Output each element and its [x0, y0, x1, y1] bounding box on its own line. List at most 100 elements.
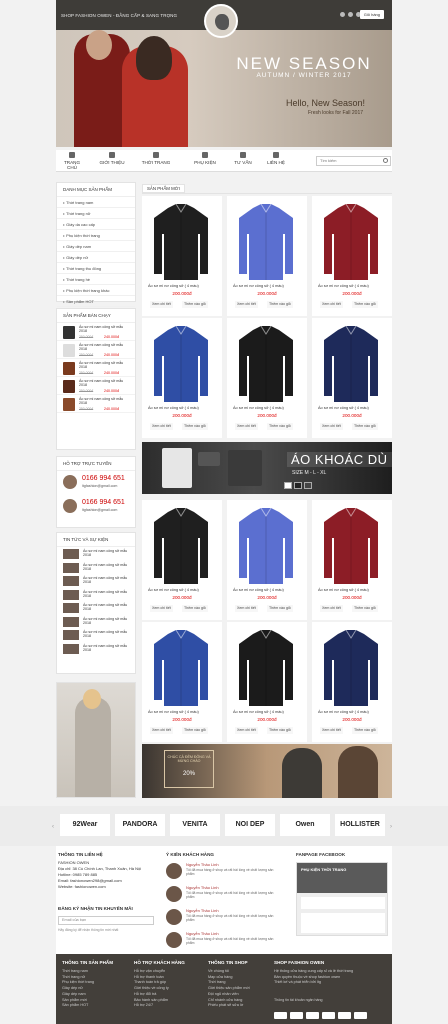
news-headline[interactable]: Áo sơ mi nam công sở mẫu 2018	[83, 617, 135, 625]
search-icon[interactable]	[383, 158, 388, 163]
news-thumbnail[interactable]	[63, 549, 79, 559]
news-item[interactable]: Áo sơ mi nam công sở mẫu 2018	[57, 547, 135, 561]
support-item[interactable]: 0166 994 651 ltgfashion@gmail.com	[57, 471, 135, 495]
product-thumbnail[interactable]	[63, 380, 75, 393]
nav-home[interactable]: TRANG CHỦ	[60, 150, 84, 170]
newsletter-email-input[interactable]: Email của bạn	[58, 916, 154, 925]
nav-contact[interactable]: LIÊN HỆ	[264, 150, 288, 165]
bestseller-name[interactable]: Áo sơ mi nam công sở mẫu 2018	[79, 379, 129, 387]
add-to-cart-button[interactable]: Thêm vào giỏ	[182, 301, 208, 308]
view-detail-button[interactable]: Xem chi tiết	[320, 301, 343, 308]
bestseller-name[interactable]: Áo sơ mi nam công sở mẫu 2018	[79, 361, 129, 369]
view-detail-button[interactable]: Xem chi tiết	[235, 423, 258, 430]
product-card[interactable]: Áo sơ mi nơ công sở ( 4 màu) 200.000đ Xem …	[142, 196, 222, 316]
add-to-cart-button[interactable]: Thêm vào giỏ	[267, 605, 293, 612]
jacket-promo-banner[interactable]: ÁO KHOÁC DÙ SIZE M - L - XL	[142, 442, 392, 494]
news-headline[interactable]: Áo sơ mi nam công sở mẫu 2018	[83, 630, 135, 638]
view-detail-button[interactable]: Xem chi tiết	[320, 727, 343, 734]
product-card[interactable]: Áo sơ mi nơ công sở ( 4 màu) 200.000đ Xem …	[227, 500, 307, 620]
news-thumbnail[interactable]	[63, 616, 79, 627]
add-to-cart-button[interactable]: Thêm vào giỏ	[352, 605, 378, 612]
add-to-cart-button[interactable]: Thêm vào giỏ	[182, 605, 208, 612]
product-thumbnail[interactable]	[63, 326, 75, 339]
product-name[interactable]: Áo sơ mi nơ công sở ( 4 màu)	[318, 710, 369, 714]
brand-logo[interactable]: PANDORA	[115, 814, 165, 836]
view-detail-button[interactable]: Xem chi tiết	[320, 605, 343, 612]
brand-logo[interactable]: VENITA	[170, 814, 220, 836]
prev-arrow-icon[interactable]: ‹	[52, 824, 54, 830]
add-to-cart-button[interactable]: Thêm vào giỏ	[267, 423, 293, 430]
next-arrow-icon[interactable]: ›	[390, 824, 392, 830]
shop-logo[interactable]	[204, 4, 238, 38]
news-item[interactable]: Áo sơ mi nam công sở mẫu 2018	[57, 561, 135, 575]
product-image[interactable]	[152, 630, 210, 706]
product-name[interactable]: Áo sơ mi nơ công sở ( 4 màu)	[318, 588, 369, 592]
product-card[interactable]: Áo sơ mi nơ công sở ( 4 màu) 200.000đ Xem …	[227, 196, 307, 316]
news-item[interactable]: Áo sơ mi nam công sở mẫu 2018	[57, 615, 135, 629]
category-item[interactable]: Thời trang thu đông	[57, 263, 135, 274]
hero-banner[interactable]: NEW SEASON AUTUMN / WINTER 2017 Hello, N…	[56, 30, 392, 147]
bestseller-name[interactable]: Áo sơ mi nam công sở mẫu 2018	[79, 325, 129, 333]
category-item[interactable]: Giày dép nam	[57, 241, 135, 252]
product-name[interactable]: Áo sơ mi nơ công sở ( 4 màu)	[233, 588, 284, 592]
product-card[interactable]: Áo sơ mi nơ công sở ( 4 màu) 200.000đ Xem …	[312, 196, 392, 316]
category-item[interactable]: Phụ kiện thời trang khác	[57, 285, 135, 296]
news-thumbnail[interactable]	[63, 630, 79, 640]
winter-promo-banner[interactable]: CHÚC CẢ ĐÊM ĐÔNG VÀ MỪNG CHÀO 20%	[142, 744, 392, 798]
footer-link[interactable]: Thiết kế và phát triển bởi ltg	[274, 980, 384, 986]
news-thumbnail[interactable]	[63, 643, 79, 654]
add-to-cart-button[interactable]: Thêm vào giỏ	[182, 727, 208, 734]
product-card[interactable]: Áo sơ mi nơ công sở ( 4 màu) 200.000đ Xem …	[312, 318, 392, 438]
add-to-cart-button[interactable]: Thêm vào giỏ	[352, 727, 378, 734]
nav-accessories[interactable]: PHỤ KIỆN	[190, 150, 220, 165]
facebook-fanpage-widget[interactable]: PHỤ KIỆN THỜI TRANG	[296, 862, 388, 936]
news-headline[interactable]: Áo sơ mi nam công sở mẫu 2018	[83, 590, 135, 598]
view-detail-button[interactable]: Xem chi tiết	[235, 605, 258, 612]
news-item[interactable]: Áo sơ mi nam công sở mẫu 2018	[57, 601, 135, 615]
add-to-cart-button[interactable]: Thêm vào giỏ	[352, 423, 378, 430]
pinterest-icon[interactable]	[340, 12, 345, 17]
dribbble-icon[interactable]	[348, 12, 353, 17]
news-thumbnail[interactable]	[63, 589, 79, 600]
add-to-cart-button[interactable]: Thêm vào giỏ	[352, 301, 378, 308]
product-image[interactable]	[237, 204, 295, 280]
support-phone[interactable]: 0166 994 651	[82, 475, 125, 482]
product-name[interactable]: Áo sơ mi nơ công sở ( 4 màu)	[148, 284, 199, 288]
add-to-cart-button[interactable]: Thêm vào giỏ	[267, 301, 293, 308]
news-thumbnail[interactable]	[63, 562, 79, 573]
product-thumbnail[interactable]	[63, 398, 75, 411]
product-image[interactable]	[322, 630, 380, 706]
support-item[interactable]: 0166 994 651 ltgfashion@gmail.com	[57, 495, 135, 519]
product-card[interactable]: Áo sơ mi nơ công sở ( 4 màu) 200.000đ Xem …	[142, 500, 222, 620]
product-name[interactable]: Áo sơ mi nơ công sở ( 4 màu)	[148, 588, 199, 592]
footer-link[interactable]: Hỗ trợ 24/7	[134, 1003, 185, 1009]
news-item[interactable]: Áo sơ mi nam công sở mẫu 2018	[57, 628, 135, 642]
news-headline[interactable]: Áo sơ mi nam công sở mẫu 2018	[83, 603, 135, 611]
news-headline[interactable]: Áo sơ mi nam công sở mẫu 2018	[83, 576, 135, 584]
footer-link[interactable]: Phiếu phát sẽ sửa lớ	[208, 1003, 250, 1009]
view-detail-button[interactable]: Xem chi tiết	[320, 423, 343, 430]
color-swatch[interactable]	[294, 482, 302, 489]
category-item[interactable]: Thời trang hè	[57, 274, 135, 285]
news-headline[interactable]: Áo sơ mi nam công sở mẫu 2018	[83, 644, 135, 652]
bestseller-item[interactable]: Áo sơ mi nam công sở mẫu 2018 250.000đ 240…	[57, 359, 135, 377]
color-swatch[interactable]	[284, 482, 292, 489]
color-swatch[interactable]	[304, 482, 312, 489]
category-item[interactable]: Phụ kiện thời trang	[57, 230, 135, 241]
view-detail-button[interactable]: Xem chi tiết	[235, 727, 258, 734]
product-card[interactable]: Áo sơ mi nơ công sở ( 4 màu) 200.000đ Xem …	[312, 622, 392, 742]
sidebar-ad-image[interactable]	[56, 682, 136, 798]
bestseller-item[interactable]: Áo sơ mi nam công sở mẫu 2018 250.000đ 240…	[57, 377, 135, 395]
product-card[interactable]: Áo sơ mi nơ công sở ( 4 màu) 200.000đ Xem …	[142, 318, 222, 438]
product-image[interactable]	[152, 508, 210, 584]
product-card[interactable]: Áo sơ mi nơ công sở ( 4 màu) 200.000đ Xem …	[227, 622, 307, 742]
cart-button[interactable]: Giỏ hàng	[359, 10, 384, 19]
footer-link[interactable]: Sản phẩm HOT	[62, 1003, 113, 1009]
brand-logo[interactable]: 92Wear	[60, 814, 110, 836]
nav-about[interactable]: GIỚI THIỆU	[96, 150, 128, 165]
nav-advice[interactable]: TƯ VẤN	[232, 150, 254, 165]
nav-fashion[interactable]: THỜI TRANG	[140, 150, 172, 165]
bestseller-name[interactable]: Áo sơ mi nam công sở mẫu 2018	[79, 343, 129, 351]
product-name[interactable]: Áo sơ mi nơ công sở ( 4 màu)	[233, 710, 284, 714]
product-card[interactable]: Áo sơ mi nơ công sở ( 4 màu) 200.000đ Xem …	[142, 622, 222, 742]
